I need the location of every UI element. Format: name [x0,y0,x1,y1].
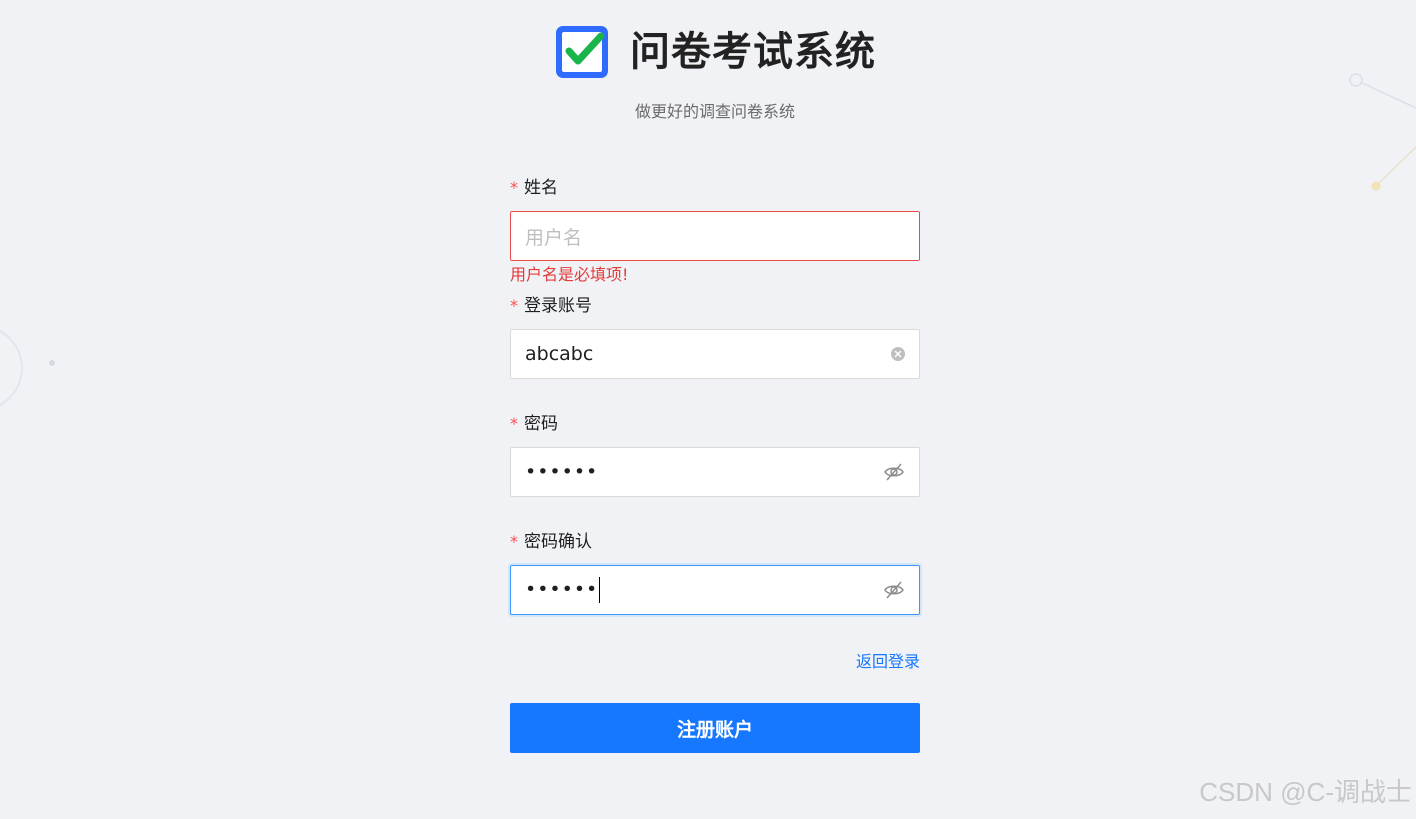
clear-circle-icon[interactable] [891,347,905,361]
back-to-login-link[interactable]: 返回登录 [856,648,920,672]
brand: 问卷考试系统 [554,24,876,80]
name-label-text: 姓名 [524,178,558,198]
watermark: CSDN @C-调战士 [1199,777,1412,807]
password-confirm-value-wrap: •••••• [525,577,883,603]
app-subtitle: 做更好的调查问卷系统 [634,102,795,121]
name-input-placeholder: 用户名 [525,226,583,249]
name-input[interactable]: 用户名 [510,211,920,261]
name-label: * 姓名 [510,176,920,200]
checkbox-logo-icon [556,26,608,78]
account-input[interactable]: abcabc [510,329,920,379]
name-field: * 姓名 用户名 用户名是必填项! [510,176,920,284]
required-mark: * [510,532,518,551]
password-confirm-field: * 密码确认 •••••• [510,530,920,615]
eye-invisible-icon[interactable] [883,461,905,483]
page-header: 问卷考试系统 做更好的调查问卷系统 [0,24,1416,134]
register-button[interactable]: 注册账户 [510,703,920,753]
account-field: * 登录账号 abcabc [510,294,920,379]
required-mark: * [510,414,518,433]
account-label-text: 登录账号 [524,296,592,316]
password-field: * 密码 •••••• [510,412,920,497]
password-label-text: 密码 [524,414,558,434]
account-label: * 登录账号 [510,294,920,318]
app-title: 问卷考试系统 [630,29,876,75]
text-caret [599,577,601,603]
password-confirm-input[interactable]: •••••• [510,565,920,615]
account-input-value: abcabc [525,343,594,365]
required-mark: * [510,178,518,197]
password-confirm-label-text: 密码确认 [524,532,592,552]
required-mark: * [510,296,518,315]
password-input[interactable]: •••••• [510,447,920,497]
name-error-message: 用户名是必填项! [510,265,629,284]
password-label: * 密码 [510,412,920,436]
password-confirm-input-value: •••••• [525,578,599,601]
password-input-value: •••••• [525,461,599,483]
password-confirm-label: * 密码确认 [510,530,920,554]
eye-invisible-icon[interactable] [883,579,905,601]
